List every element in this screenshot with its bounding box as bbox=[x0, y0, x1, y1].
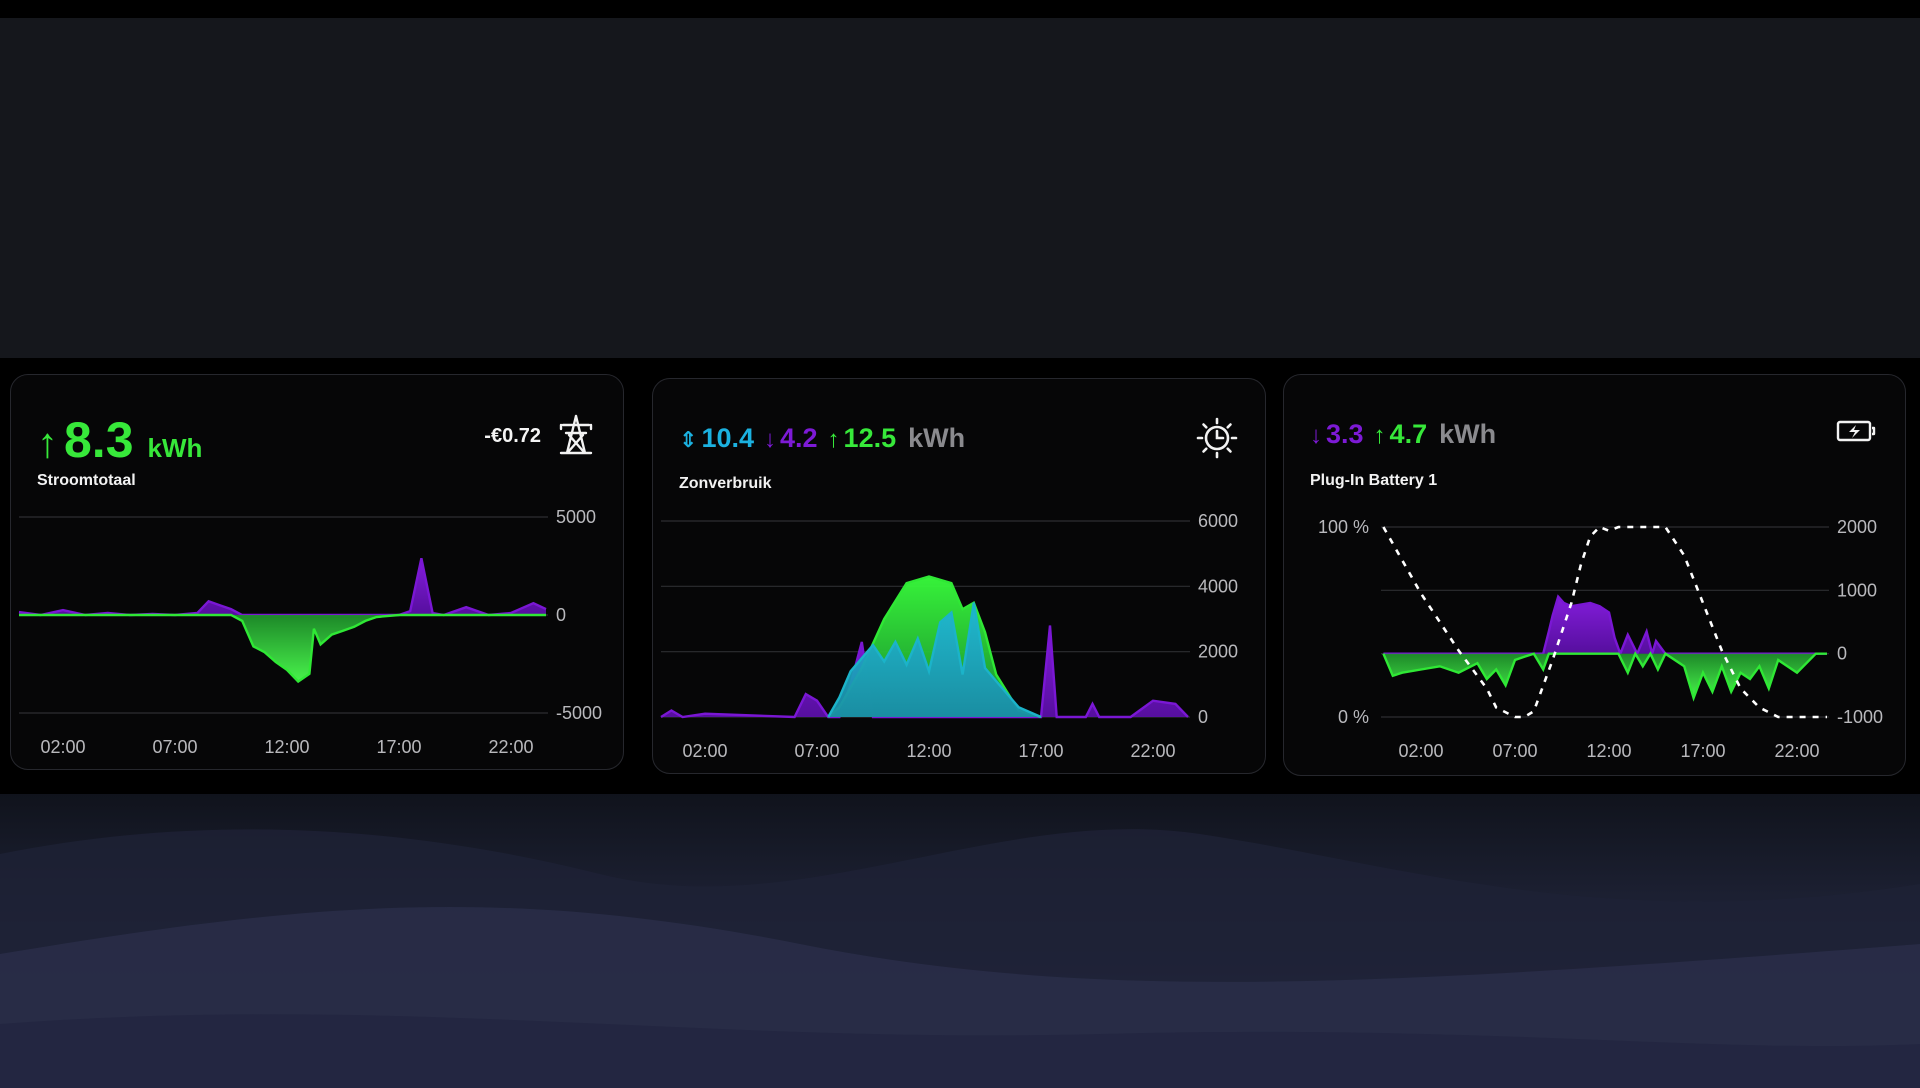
y-tick-label: 5000 bbox=[556, 507, 596, 527]
solar-card[interactable]: ⇕ 10.4 ↓ 4.2 ↑ 12.5 kWh Zonverbruik 6000… bbox=[652, 378, 1266, 774]
y-tick-label: 1000 bbox=[1837, 580, 1877, 600]
x-tick-label: 12:00 bbox=[906, 741, 951, 761]
grid-chart: 5000 0 -5000 02:00 07:00 12:00 17:00 22:00 bbox=[18, 507, 602, 757]
y-tick-label: 4000 bbox=[1198, 576, 1238, 596]
background-waves bbox=[0, 794, 1920, 1088]
series-line bbox=[18, 557, 547, 617]
y-left-tick-label: 0 % bbox=[1338, 707, 1369, 727]
solar-chart: 6000 4000 2000 0 02:00 07:00 12:00 17:00 22:00 bbox=[660, 511, 1238, 761]
x-tick-label: 17:00 bbox=[1680, 741, 1725, 761]
y-tick-label: 6000 bbox=[1198, 511, 1238, 531]
x-tick-label: 07:00 bbox=[794, 741, 839, 761]
x-tick-label: 17:00 bbox=[1018, 741, 1063, 761]
y-tick-label: 0 bbox=[1837, 644, 1847, 664]
x-tick-label: 07:00 bbox=[1492, 741, 1537, 761]
x-tick-label: 02:00 bbox=[40, 737, 85, 757]
y-tick-label: -5000 bbox=[556, 703, 602, 723]
y-tick-label: 2000 bbox=[1198, 642, 1238, 662]
x-tick-label: 22:00 bbox=[1130, 741, 1175, 761]
dashboard-empty-area bbox=[0, 18, 1920, 358]
top-bar bbox=[0, 0, 1920, 18]
x-tick-label: 07:00 bbox=[152, 737, 197, 757]
x-tick-label: 02:00 bbox=[682, 741, 727, 761]
x-tick-label: 02:00 bbox=[1398, 741, 1443, 761]
battery-chart: 2000 1000 0 -1000 100 % 0 % 02:00 07:00 12:00 17:… bbox=[1318, 517, 1883, 761]
y-tick-label: 0 bbox=[1198, 707, 1208, 727]
x-tick-label: 22:00 bbox=[1774, 741, 1819, 761]
y-tick-label: 0 bbox=[556, 605, 566, 625]
x-tick-label: 12:00 bbox=[264, 737, 309, 757]
series-area bbox=[1383, 653, 1827, 698]
x-tick-label: 22:00 bbox=[488, 737, 533, 757]
y-tick-label: -1000 bbox=[1837, 707, 1883, 727]
series-area bbox=[19, 615, 546, 682]
battery-card[interactable]: ↓ 3.3 ↑ 4.7 kWh Plug-In Battery 1 2000 10… bbox=[1283, 374, 1906, 776]
grid-card[interactable]: ↑ 8.3 kWh Stroomtotaal -€0.72 5000 0 -5000… bbox=[10, 374, 624, 770]
y-tick-label: 2000 bbox=[1837, 517, 1877, 537]
series-area bbox=[1383, 596, 1827, 654]
x-tick-label: 12:00 bbox=[1586, 741, 1631, 761]
y-left-tick-label: 100 % bbox=[1318, 517, 1369, 537]
x-tick-label: 17:00 bbox=[376, 737, 421, 757]
